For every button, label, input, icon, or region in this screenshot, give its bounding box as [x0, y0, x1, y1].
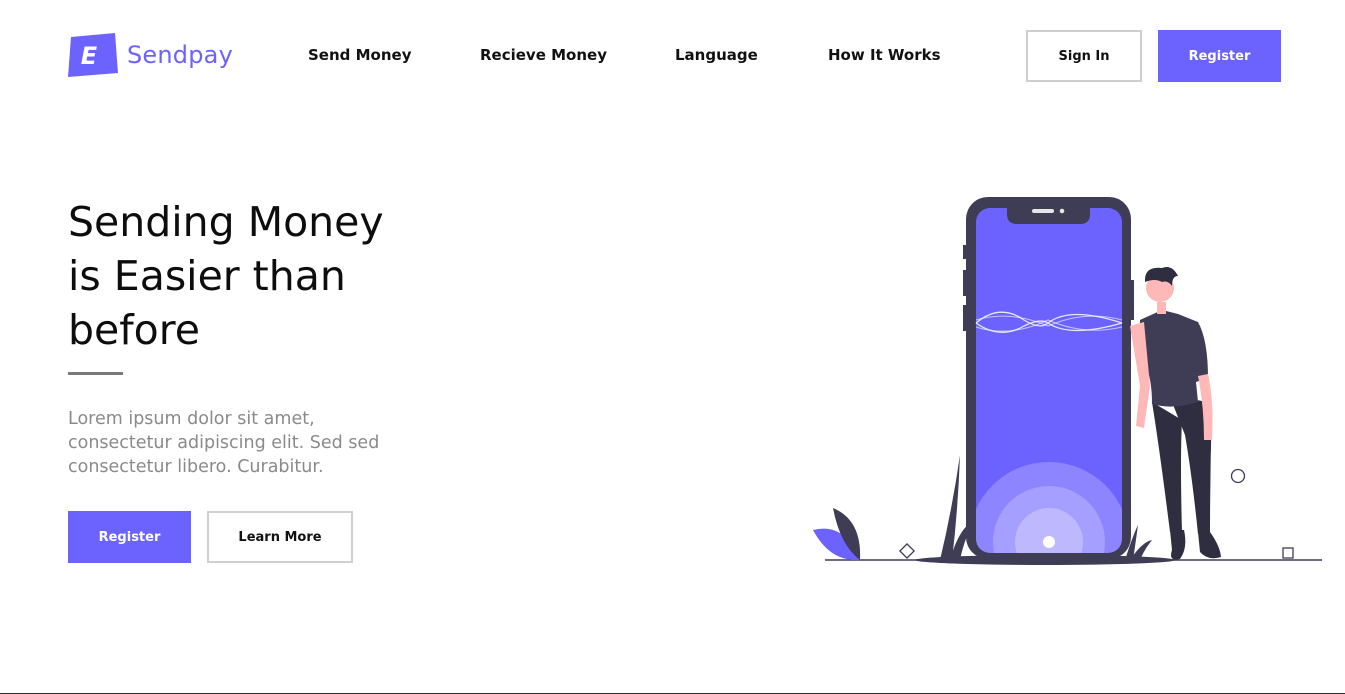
person-with-phone-illustration — [813, 197, 1322, 565]
logo-letter: E — [81, 42, 98, 70]
header-register-button[interactable]: Register — [1158, 30, 1281, 82]
person-figure — [1130, 267, 1221, 560]
brand-name: Sendpay — [127, 41, 233, 69]
hero-title-line: before — [68, 306, 200, 354]
hero-description-line: consectetur adipiscing elit. Sed sed — [68, 433, 380, 453]
diamond-shape — [899, 543, 915, 559]
landing-page: E Sendpay Send Money Recieve Money Langu… — [0, 0, 1345, 694]
logo-icon: E — [68, 33, 118, 77]
nav-send-money[interactable]: Send Money — [308, 46, 411, 64]
phone-camera — [1059, 208, 1065, 214]
phone-side-button — [1130, 280, 1134, 320]
nav-how-it-works[interactable]: How It Works — [828, 46, 941, 64]
hero-title-line: is Easier than — [68, 252, 346, 300]
hero-divider — [68, 372, 123, 375]
hero-description: Lorem ipsum dolor sit amet, consectetur … — [68, 407, 458, 479]
phone-side-button — [963, 270, 967, 296]
hero-register-button[interactable]: Register — [68, 511, 191, 563]
square-shape — [1282, 547, 1294, 559]
phone-side-button — [963, 305, 967, 331]
sign-in-button[interactable]: Sign In — [1026, 30, 1142, 82]
hero-description-line: consectetur libero. Curabitur. — [68, 457, 324, 477]
nav-language[interactable]: Language — [675, 46, 758, 64]
brand-logo[interactable]: E Sendpay — [68, 33, 233, 77]
site-header: E Sendpay Send Money Recieve Money Langu… — [0, 0, 1345, 112]
hero-title-line: Sending Money — [68, 198, 384, 246]
hero-description-line: Lorem ipsum dolor sit amet, — [68, 409, 315, 429]
nav-recieve-money[interactable]: Recieve Money — [480, 46, 607, 64]
learn-more-button[interactable]: Learn More — [207, 511, 353, 563]
hero-title: Sending Money is Easier than before — [68, 195, 488, 357]
phone-speaker — [1032, 209, 1054, 213]
phone-side-button — [963, 245, 967, 259]
screen-home-dot — [1043, 536, 1055, 548]
circle-shape — [1230, 468, 1246, 484]
